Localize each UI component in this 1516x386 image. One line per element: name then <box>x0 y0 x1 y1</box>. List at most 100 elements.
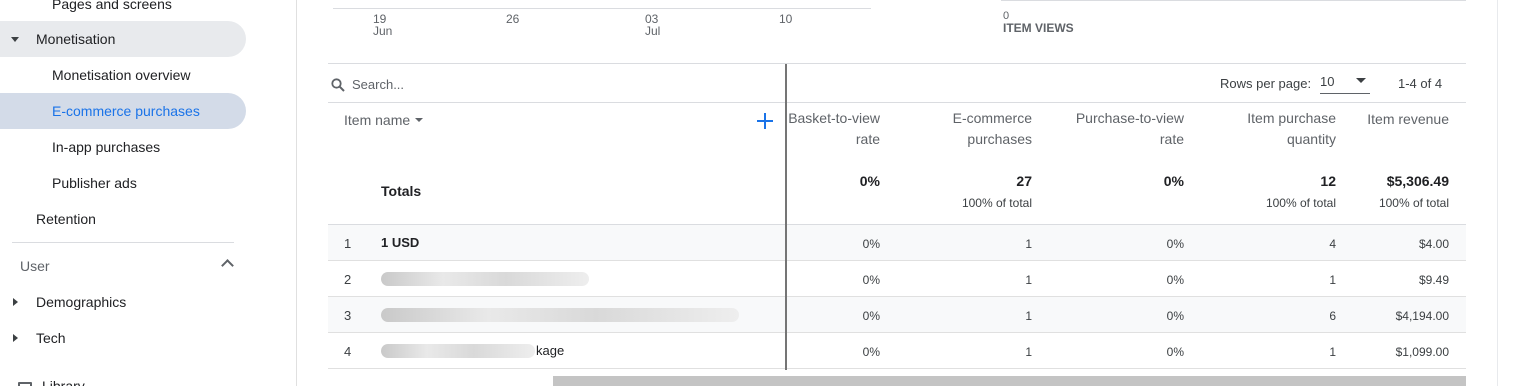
total-purchase-to-view-rate: 0% <box>1163 173 1184 189</box>
x-tick-label: 03 Jul <box>645 13 660 37</box>
cell-item-purchase-quantity: 4 <box>1329 237 1336 251</box>
nav-item-in-app-purchases[interactable]: In-app purchases <box>0 129 246 165</box>
row-item-name[interactable]: kage <box>536 343 564 358</box>
table-row[interactable]: 3 0% 1 0% 6 $4,194.00 <box>328 297 1466 333</box>
sidebar-divider <box>12 242 234 243</box>
row-index: 1 <box>344 236 352 251</box>
cell-item-purchase-quantity: 1 <box>1329 273 1336 287</box>
nav-item-label: Monetisation <box>36 31 116 47</box>
pagination-range: 1-4 of 4 <box>1398 76 1443 91</box>
rows-per-page-label: Rows per page: <box>1220 76 1312 91</box>
chart-x-axis <box>333 8 871 9</box>
cell-purchase-to-view-rate: 0% <box>1166 345 1184 359</box>
cell-purchase-to-view-rate: 0% <box>1166 237 1184 251</box>
redacted-item-name[interactable] <box>381 272 589 286</box>
table-row[interactable]: 1 1 USD 0% 1 0% 4 $4.00 <box>328 225 1466 261</box>
cell-ecommerce-purchases: 1 <box>1025 345 1032 359</box>
add-dimension-icon[interactable] <box>754 110 776 132</box>
total-item-revenue: $5,306.49 <box>1386 173 1449 189</box>
column-header-line1: Basket-to-view <box>788 110 880 126</box>
table-row[interactable]: 2 0% 1 0% 1 $9.49 <box>328 261 1466 297</box>
total-percent-label: 100% of total <box>1378 196 1449 210</box>
row-index: 2 <box>344 272 352 287</box>
caret-right-icon <box>13 298 18 306</box>
cell-item-revenue: $4.00 <box>1418 237 1449 251</box>
section-header-label: User <box>20 258 50 274</box>
section-header-user[interactable]: User <box>0 248 246 284</box>
x-tick-month: Jun <box>373 24 393 38</box>
column-header-line2: purchases <box>967 131 1032 147</box>
horizontal-scrollbar[interactable] <box>553 376 1466 386</box>
table-top-border <box>328 63 1466 64</box>
row-index: 3 <box>344 308 352 323</box>
column-header-label: Item name <box>344 112 411 128</box>
cell-purchase-to-view-rate: 0% <box>1166 273 1184 287</box>
nav-item-label: Pages and screens <box>52 0 172 12</box>
search-input[interactable] <box>352 72 772 96</box>
total-ecommerce-purchases: 27 <box>1016 173 1032 189</box>
column-header-basket-to-view-rate[interactable]: Basket-to-view rate <box>788 108 880 150</box>
column-header-line2: rate <box>1159 131 1184 147</box>
column-header-item-name[interactable]: Item name <box>344 112 424 128</box>
cell-ecommerce-purchases: 1 <box>1025 237 1032 251</box>
nav-item-label: Monetisation overview <box>52 67 191 83</box>
nav-item-label: Demographics <box>36 294 127 310</box>
nav-item-publisher-ads[interactable]: Publisher ads <box>0 165 246 201</box>
cell-item-revenue: $9.49 <box>1418 273 1449 287</box>
content-right-edge <box>1497 0 1498 386</box>
mini-chart-label: ITEM VIEWS <box>1003 21 1074 35</box>
column-header-item-purchase-quantity[interactable]: Item purchase quantity <box>1247 108 1336 150</box>
cell-basket-to-view-rate: 0% <box>862 309 880 323</box>
nav-group-tech[interactable]: Tech <box>0 320 246 356</box>
x-tick-label: 26 <box>506 13 519 25</box>
column-header-ecommerce-purchases[interactable]: E-commerce purchases <box>953 108 1032 150</box>
cell-item-purchase-quantity: 6 <box>1329 309 1336 323</box>
column-header-item-revenue[interactable]: Item revenue <box>1367 109 1449 130</box>
cell-ecommerce-purchases: 1 <box>1025 273 1032 287</box>
column-header-line2: rate <box>855 131 880 147</box>
rows-per-page-value: 10 <box>1320 74 1335 89</box>
header-top-border <box>328 102 1466 103</box>
column-header-purchase-to-view-rate[interactable]: Purchase-to-view rate <box>1076 108 1184 150</box>
chevron-up-icon[interactable] <box>221 259 234 272</box>
cell-item-revenue: $4,194.00 <box>1395 309 1449 323</box>
redacted-item-name[interactable] <box>381 308 739 322</box>
nav-item-label: E-commerce purchases <box>52 103 200 119</box>
nav-group-monetisation[interactable]: Monetisation <box>0 21 246 57</box>
column-header-line1: E-commerce <box>952 110 1032 126</box>
nav-item-ecommerce-purchases[interactable]: E-commerce purchases <box>0 93 246 129</box>
dropdown-arrow-icon <box>1356 78 1366 83</box>
cell-basket-to-view-rate: 0% <box>862 273 880 287</box>
column-header-line2: quantity <box>1286 131 1336 147</box>
sidebar-nav: Pages and screens Monetisation Monetisat… <box>0 0 297 386</box>
nav-item-label: In-app purchases <box>52 139 161 155</box>
column-header-line1: Item purchase <box>1247 110 1336 126</box>
cell-purchase-to-view-rate: 0% <box>1166 309 1184 323</box>
x-tick-label: 10 <box>779 13 792 25</box>
nav-item-library[interactable]: Library <box>18 378 85 386</box>
cell-basket-to-view-rate: 0% <box>862 345 880 359</box>
total-item-purchase-quantity: 12 <box>1320 173 1336 189</box>
x-tick-label: 19 Jun <box>373 13 392 37</box>
total-percent-label: 100% of total <box>961 196 1032 210</box>
nav-item-label: Publisher ads <box>52 175 137 191</box>
row-item-name[interactable]: 1 USD <box>381 235 419 250</box>
cell-ecommerce-purchases: 1 <box>1025 309 1032 323</box>
sort-arrow-icon <box>415 118 424 122</box>
folder-icon <box>18 382 32 386</box>
x-tick-month: Jul <box>645 24 661 38</box>
column-header-line1: Item revenue <box>1367 111 1449 127</box>
nav-item-label: Retention <box>36 211 96 227</box>
nav-item-retention[interactable]: Retention <box>0 201 246 237</box>
redacted-item-name[interactable] <box>381 344 535 358</box>
rows-per-page-select[interactable]: 10 <box>1320 70 1370 94</box>
mini-chart-axis <box>1001 0 1466 1</box>
nav-item-pages-and-screens[interactable]: Pages and screens <box>0 0 246 22</box>
cell-item-revenue: $1,099.00 <box>1395 345 1449 359</box>
totals-label: Totals <box>381 183 422 199</box>
nav-group-demographics[interactable]: Demographics <box>0 284 246 320</box>
nav-item-monetisation-overview[interactable]: Monetisation overview <box>0 57 246 93</box>
table-row[interactable]: 4 kage 0% 1 0% 1 $1,099.00 <box>328 333 1466 369</box>
row-index: 4 <box>344 344 352 359</box>
total-percent-label: 100% of total <box>1265 196 1336 210</box>
